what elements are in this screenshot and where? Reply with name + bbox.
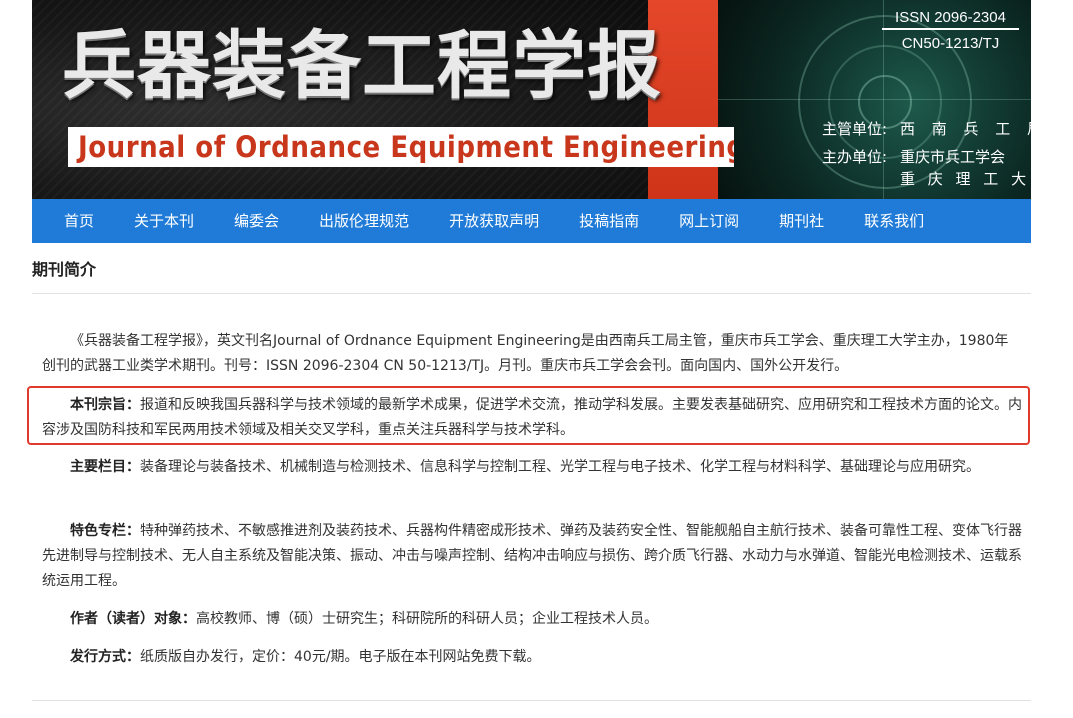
aim-text: 报道和反映我国兵器科学与技术领域的最新学术成果，促进学术交流，推动学科发展。主要… <box>42 397 1022 438</box>
supervisor-label: 主管单位: <box>822 120 888 138</box>
nav-open-access[interactable]: 开放获取声明 <box>429 199 559 243</box>
intro-paragraph: 《兵器装备工程学报》，英文刊名Journal of Ordnance Equip… <box>42 333 1009 374</box>
featured-paragraph: 特色专栏：特种弹药技术、不敏感推进剂及装药技术、兵器构件精密成形技术、弹药及装药… <box>42 519 1022 594</box>
sponsor-row: 主办单位: 重庆市兵工学会 <box>822 146 1005 168</box>
supervisor-value: 西 南 兵 工 局 <box>900 120 1031 138</box>
nav-about[interactable]: 关于本刊 <box>114 199 214 243</box>
nav-online-subscription[interactable]: 网上订阅 <box>659 199 759 243</box>
columns-paragraph: 主要栏目：装备理论与装备技术、机械制造与检测技术、信息科学与控制工程、光学工程与… <box>42 455 1022 480</box>
section-divider <box>32 293 1031 294</box>
section-title: 期刊简介 <box>32 260 97 279</box>
aim-paragraph: 本刊宗旨：报道和反映我国兵器科学与技术领域的最新学术成果，促进学术交流，推动学科… <box>42 393 1022 443</box>
columns-text: 装备理论与装备技术、机械制造与检测技术、信息科学与控制工程、光学工程与电子技术、… <box>140 459 980 475</box>
issn-number: ISSN 2096-2304 <box>882 8 1019 30</box>
audience-paragraph: 作者（读者）对象：高校教师、博（硕）士研究生；科研院所的科研人员；企业工程技术人… <box>42 607 1022 632</box>
radar-crosshair <box>718 99 1031 100</box>
sponsor-value-2: 重 庆 理 工 大 学 <box>900 170 1031 188</box>
featured-label: 特色专栏： <box>70 523 140 539</box>
nav-editorial-board[interactable]: 编委会 <box>214 199 299 243</box>
nav-journal-office[interactable]: 期刊社 <box>759 199 844 243</box>
nav-contact-us[interactable]: 联系我们 <box>844 199 944 243</box>
audience-label: 作者（读者）对象： <box>70 611 196 627</box>
featured-text: 特种弹药技术、不敏感推进剂及装药技术、兵器构件精密成形技术、弹药及装药安全性、智… <box>42 523 1022 589</box>
page: 兵器装备工程学报 Journal of Ordnance Equipment E… <box>0 0 1073 718</box>
cn-number: CN50-1213/TJ <box>901 35 1000 52</box>
main-nav: 首页 关于本刊 编委会 出版伦理规范 开放获取声明 投稿指南 网上订阅 期刊社 … <box>32 199 1031 243</box>
content-bottom-divider <box>32 700 1031 701</box>
distribution-label: 发行方式： <box>70 649 140 665</box>
journal-banner: 兵器装备工程学报 Journal of Ordnance Equipment E… <box>32 0 1031 199</box>
sponsor-label: 主办单位: <box>822 148 888 166</box>
sponsor-value-1: 重庆市兵工学会 <box>900 148 1006 166</box>
nav-home[interactable]: 首页 <box>44 199 114 243</box>
journal-title-en-box: Journal of Ordnance Equipment Engineerin… <box>68 127 734 167</box>
journal-title-en: Journal of Ordnance Equipment Engineerin… <box>78 130 734 164</box>
journal-title-cn: 兵器装备工程学报 <box>62 23 662 109</box>
aim-label: 本刊宗旨： <box>70 397 140 413</box>
distribution-text: 纸质版自办发行，定价：40元/期。电子版在本刊网站免费下载。 <box>140 649 541 665</box>
distribution-paragraph: 发行方式：纸质版自办发行，定价：40元/期。电子版在本刊网站免费下载。 <box>42 645 1022 670</box>
columns-label: 主要栏目： <box>70 459 140 475</box>
sponsor-row-2: 重 庆 理 工 大 学 <box>822 168 1031 190</box>
supervisor-row: 主管单位: 西 南 兵 工 局 <box>822 118 1031 140</box>
nav-submission-guide[interactable]: 投稿指南 <box>559 199 659 243</box>
audience-text: 高校教师、博（硕）士研究生；科研院所的科研人员；企业工程技术人员。 <box>196 611 658 627</box>
nav-publication-ethics[interactable]: 出版伦理规范 <box>299 199 429 243</box>
